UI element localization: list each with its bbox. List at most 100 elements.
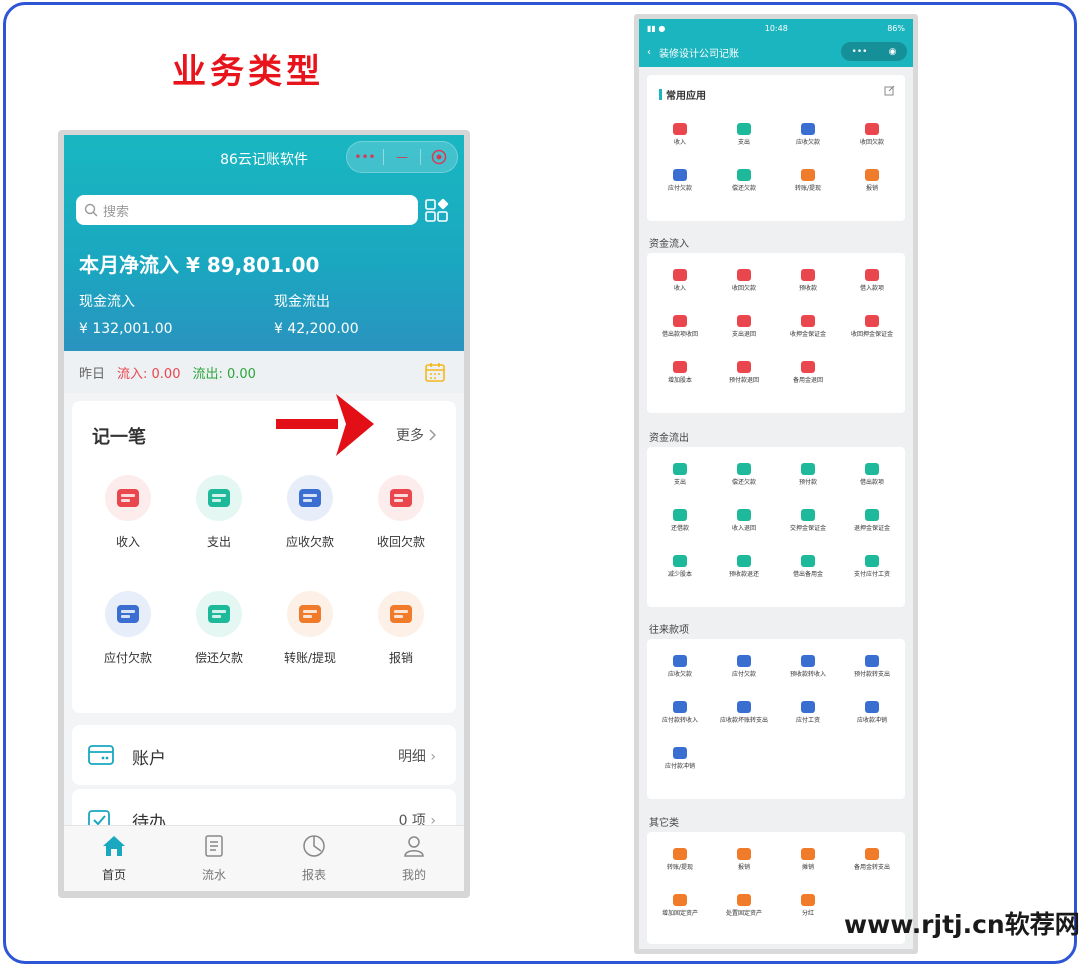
business-type-item[interactable]: 收回欠款 (712, 269, 776, 293)
inflow-section-title: 资金流入 (649, 239, 689, 250)
business-type-label: 分红 (801, 910, 814, 917)
quick-item[interactable]: 偿还欠款 (173, 591, 265, 666)
business-type-icon (865, 555, 879, 567)
back-icon[interactable]: ‹ (647, 47, 651, 58)
minimize-icon[interactable]: — (384, 150, 420, 164)
cash-in-value: ¥ 132,001.00 (79, 321, 173, 337)
business-type-item[interactable]: 借出款项收回 (648, 315, 712, 339)
business-type-label: 转账/提现 (666, 864, 694, 871)
business-type-label: 支付应付工资 (853, 571, 890, 578)
outflow-card: 支出 偿还欠款 预付款 借出款项还借款 收入退回 交押金保证金 退押金保证金减少股本 预收款退… (647, 447, 905, 607)
business-type-item[interactable]: 分红 (776, 894, 840, 918)
tab-label: 流水 (201, 868, 226, 882)
business-type-label: 应付欠款 (667, 185, 692, 192)
quick-item[interactable]: 收回欠款 (355, 475, 447, 550)
business-type-item[interactable]: 收押金保证金 (776, 315, 840, 339)
business-type-item[interactable]: 应付欠款 (712, 655, 776, 679)
business-type-item[interactable]: 预付款退回 (712, 361, 776, 385)
quick-item[interactable]: 应收欠款 (264, 475, 356, 550)
quick-item[interactable]: 转账/提现 (264, 591, 356, 666)
quick-item[interactable]: 支出 (173, 475, 265, 550)
business-type-label: 还借款 (670, 525, 689, 532)
business-type-label: 预付款 (798, 479, 817, 486)
menu-dots-icon[interactable]: ••• (347, 150, 383, 164)
home-icon (103, 836, 125, 856)
business-type-label: 应收款冲销 (856, 717, 887, 724)
business-type-item[interactable]: 应收欠款 (648, 655, 712, 679)
business-type-item[interactable]: 报销 (840, 169, 904, 193)
business-type-item[interactable]: 借入款项 (840, 269, 904, 293)
business-type-item[interactable]: 报销 (712, 848, 776, 872)
red-arrow-annotation (276, 394, 374, 456)
business-type-item[interactable]: 应付款冲销 (648, 747, 712, 771)
business-type-item[interactable]: 增加股本 (648, 361, 712, 385)
business-type-item[interactable]: 交押金保证金 (776, 509, 840, 533)
business-type-item[interactable]: 增加固定资产 (648, 894, 712, 918)
mini-program-capsule[interactable]: ••• — (346, 141, 458, 173)
business-type-item[interactable]: 收入 (648, 269, 712, 293)
business-type-item[interactable]: 转账/提现 (776, 169, 840, 193)
business-type-item[interactable]: 收入 (648, 123, 712, 147)
calendar-icon[interactable] (424, 361, 446, 383)
business-type-item[interactable]: 支出退回 (712, 315, 776, 339)
business-type-label: 借出备用金 (792, 571, 823, 578)
business-type-label: 减少股本 (667, 571, 692, 578)
business-type-item[interactable]: 处置固定资产 (712, 894, 776, 918)
business-type-item[interactable]: 备用金转支出 (840, 848, 904, 872)
search-input[interactable]: 搜索 (76, 195, 418, 225)
business-type-item[interactable]: 预付款转支出 (840, 655, 904, 679)
close-icon[interactable] (421, 149, 457, 165)
search-placeholder: 搜索 (103, 204, 130, 220)
tab-profile[interactable]: 我的 (364, 826, 464, 891)
more-link[interactable]: 更多 (396, 425, 436, 445)
business-type-item[interactable]: 应付欠款 (648, 169, 712, 193)
business-type-item[interactable]: 应收款坏账转支出 (712, 701, 776, 725)
business-type-item[interactable]: 应付款转收入 (648, 701, 712, 725)
business-type-icon (737, 315, 751, 327)
business-type-item[interactable]: 支出 (712, 123, 776, 147)
business-type-item[interactable]: 收回欠款 (840, 123, 904, 147)
tab-reports[interactable]: 报表 (264, 826, 364, 891)
menu-dots-icon[interactable]: ••• (852, 47, 868, 57)
business-type-item[interactable]: 预收款转收入 (776, 655, 840, 679)
business-type-icon (673, 701, 687, 713)
business-type-item[interactable]: 预付款 (776, 463, 840, 487)
edit-icon[interactable] (884, 85, 895, 96)
business-type-item[interactable]: 支付应付工资 (840, 555, 904, 579)
business-type-item[interactable]: 支出 (648, 463, 712, 487)
business-type-item[interactable]: 还借款 (648, 509, 712, 533)
business-type-item[interactable]: 收回押金保证金 (840, 315, 904, 339)
tab-home[interactable]: 首页 (64, 826, 164, 891)
close-icon[interactable]: ◉ (889, 47, 897, 57)
mini-program-capsule[interactable]: ••• ◉ (841, 42, 907, 61)
quick-item-label: 收回欠款 (376, 535, 425, 549)
business-type-item[interactable]: 收入退回 (712, 509, 776, 533)
business-type-label: 收入 (673, 285, 686, 292)
business-type-item[interactable]: 预收款 (776, 269, 840, 293)
business-type-item[interactable]: 退押金保证金 (840, 509, 904, 533)
quick-item[interactable]: 报销 (355, 591, 447, 666)
business-type-item[interactable]: 预收款退还 (712, 555, 776, 579)
business-type-item[interactable]: 应收欠款 (776, 123, 840, 147)
business-type-label: 摊销 (801, 864, 814, 871)
business-type-icon (737, 655, 751, 667)
business-type-item[interactable]: 转账/提现 (648, 848, 712, 872)
business-type-item[interactable]: 应付工资 (776, 701, 840, 725)
quick-item[interactable]: 收入 (82, 475, 174, 550)
account-row[interactable]: 账户 明细 › (72, 725, 456, 785)
quick-item[interactable]: 应付欠款 (82, 591, 174, 666)
business-type-item[interactable]: 偿还欠款 (712, 169, 776, 193)
tab-transactions[interactable]: 流水 (164, 826, 264, 891)
business-type-item[interactable]: 应收款冲销 (840, 701, 904, 725)
business-type-item[interactable]: 借出备用金 (776, 555, 840, 579)
tab-label: 我的 (401, 868, 426, 882)
business-type-item[interactable]: 减少股本 (648, 555, 712, 579)
business-type-label: 交押金保证金 (789, 525, 826, 532)
account-detail-link[interactable]: 明细 › (398, 746, 436, 766)
apps-grid-icon[interactable] (424, 197, 450, 223)
business-type-item[interactable]: 借出款项 (840, 463, 904, 487)
business-type-item[interactable]: 备用金退回 (776, 361, 840, 385)
business-type-item[interactable]: 摊销 (776, 848, 840, 872)
business-type-icon (737, 509, 751, 521)
business-type-item[interactable]: 偿还欠款 (712, 463, 776, 487)
